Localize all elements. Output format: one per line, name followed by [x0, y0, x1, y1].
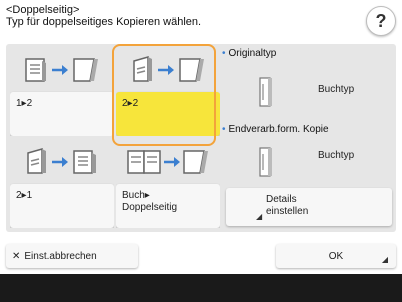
- details-label: Details einstellen: [266, 194, 308, 218]
- original-type-value: Buchtyp: [318, 84, 355, 95]
- option-book-line2: Doppelseitig: [122, 202, 178, 213]
- arrow-right-icon: [164, 157, 180, 167]
- original-type-label: Originaltyp: [228, 48, 277, 59]
- close-icon: ✕: [12, 250, 21, 262]
- double-sided-doc-icon: [27, 148, 46, 174]
- double-sided-doc-icon: [179, 58, 204, 82]
- double-sided-doc-icon: [133, 56, 152, 82]
- option-2-to-2-icons: [116, 48, 220, 92]
- option-1-to-2-icons: [10, 48, 114, 92]
- option-book-to-duplex[interactable]: Buch▸ Doppelseitig: [116, 140, 220, 228]
- single-sided-doc-icon: [25, 58, 46, 82]
- option-book-line1: Buch▸: [122, 190, 150, 201]
- corner-arrow-icon: ◢: [381, 255, 388, 264]
- dialog-title: <Doppelseitig>: [6, 4, 80, 16]
- details-settings-button[interactable]: Details einstellen ◢: [226, 188, 392, 226]
- option-book-to-duplex-icons: [116, 140, 220, 184]
- dialog-instruction: Typ für doppelseitiges Kopieren wählen.: [6, 16, 202, 28]
- bullet-icon: •: [222, 48, 226, 59]
- finishing-value: Buchtyp: [318, 150, 355, 161]
- double-sided-doc-icon: [73, 58, 98, 82]
- option-2-to-1-label: 2▸1: [10, 184, 114, 228]
- status-bar: [0, 274, 402, 302]
- open-book-icon: [127, 150, 161, 174]
- option-2-to-2[interactable]: 2▸2: [116, 48, 220, 136]
- bullet-icon: •: [222, 124, 226, 135]
- double-sided-doc-icon: [183, 150, 208, 174]
- help-button[interactable]: ?: [366, 6, 396, 36]
- original-type-heading: • Originaltyp: [222, 48, 392, 59]
- corner-arrow-icon: ◢: [256, 212, 263, 221]
- option-1-to-2-label: 1▸2: [10, 92, 114, 136]
- ok-label: OK: [328, 250, 344, 262]
- finishing-heading: • Endverarb.form. Kopie: [222, 124, 329, 135]
- arrow-right-icon: [52, 65, 68, 75]
- finishing-type-icon: [259, 147, 272, 177]
- details-line2: einstellen: [266, 206, 309, 217]
- cancel-label: Einst.abbrechen: [24, 250, 97, 262]
- cancel-settings-button[interactable]: ✕ Einst.abbrechen: [6, 244, 138, 268]
- dialog-header: <Doppelseitig> Typ für doppelseitiges Ko…: [6, 4, 336, 28]
- option-book-to-duplex-label: Buch▸ Doppelseitig: [116, 184, 220, 228]
- original-type-icon: [259, 77, 272, 107]
- settings-info: • Originaltyp: [222, 48, 392, 59]
- option-2-to-1[interactable]: 2▸1: [10, 140, 114, 228]
- option-1-to-2[interactable]: 1▸2: [10, 48, 114, 136]
- details-line1: Details: [266, 194, 297, 205]
- single-sided-doc-icon: [73, 150, 96, 174]
- arrow-right-icon: [52, 157, 68, 167]
- option-2-to-1-icons: [10, 140, 114, 184]
- arrow-right-icon: [158, 65, 174, 75]
- question-mark-icon: ?: [375, 10, 387, 31]
- finishing-label: Endverarb.form. Kopie: [228, 124, 329, 135]
- option-2-to-2-label: 2▸2: [116, 92, 220, 136]
- ok-button[interactable]: OK ◢: [276, 244, 396, 268]
